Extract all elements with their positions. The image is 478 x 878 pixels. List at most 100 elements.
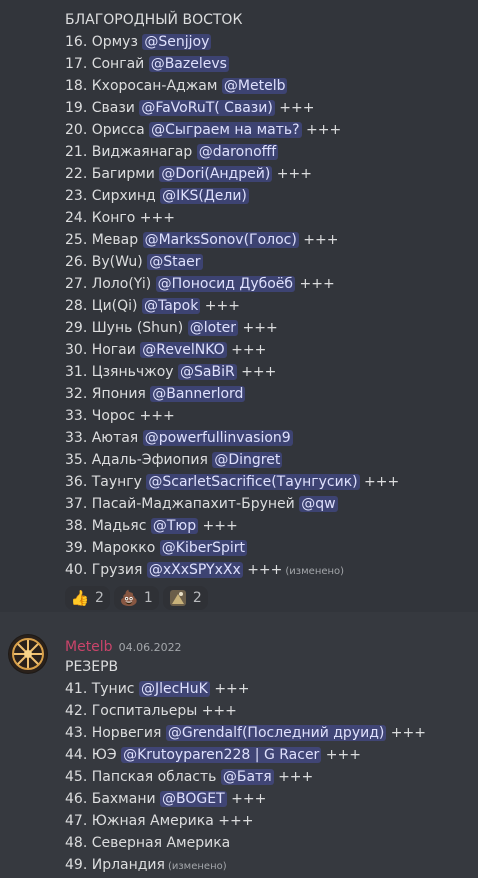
list-item: 21. Виджаянагар @daronofff [65,141,399,163]
list-item-text: 44. ЮЭ [65,747,122,763]
user-mention[interactable]: @daronofff [196,144,279,160]
user-mention[interactable]: @Grendalf(Последний друид) [165,725,387,741]
user-mention[interactable]: @ScarletSacrifice(Таунгусик) [146,474,360,490]
list-item: 28. Ци(Qi) @Tapok +++ [65,295,399,317]
user-mention[interactable]: @KiberSpirt [159,540,247,556]
list-item: 18. Кхоросан-Аджам @Metelb [65,75,399,97]
reaction-button[interactable]: 👍 2 [65,586,110,610]
user-mention[interactable]: @loter [187,320,239,336]
list-item-suffix: +++ [242,562,283,578]
user-mention[interactable]: @qw [299,496,338,512]
user-mention[interactable]: @Dori(Андрей) [159,166,273,182]
reaction-button[interactable]: 2 [162,586,208,610]
list-item-text: 36. Таунгу [65,474,147,490]
list-item: 26. Ву(Wu) @Staer [65,251,399,273]
list-item: 30. Ногаи @RevelNKO +++ [65,339,399,361]
list-item: 38. Мадьяс @Тюр +++ [65,515,399,537]
list-item: 29. Шунь (Shun) @loter +++ [65,317,399,339]
list-item-text: 32. Япония [65,386,151,402]
list-item: 39. Марокко @KiberSpirt [65,537,399,559]
list-item-text: 29. Шунь (Shun) [65,320,188,336]
list-item: 45. Папская область @Батя +++ [65,766,426,788]
list-item-suffix: +++ [226,791,267,807]
list-item: 20. Орисса @Сыграем на мать? +++ [65,119,399,141]
custom-emoji-icon [169,589,187,607]
list-item: 33. Чорос +++ [65,405,399,427]
list-item: 32. Япония @Bannerlord [65,383,399,405]
list-item-text: 33. Аютая [65,430,143,446]
list-item-text: 39. Марокко [65,540,160,556]
user-mention[interactable]: @Dingret [212,452,283,468]
list-item-suffix: +++ [274,100,315,116]
user-mention[interactable]: @xXxSPYxXx [146,562,243,578]
list-item-text: 38. Мадьяс [65,518,151,534]
user-mention[interactable]: @SaBiR [178,364,237,380]
list-item-text: 41. Тунис [65,681,139,697]
list-item-suffix: +++ [272,166,312,182]
list-item: 42. Госпитальеры +++ [65,700,426,722]
user-mention[interactable]: @IKS(Дели) [160,188,249,204]
list-item-text: 43. Норвегия [65,725,166,741]
list-item-text: 17. Сонгай [65,56,149,72]
list-item: 22. Багирми @Dori(Андрей) +++ [65,163,399,185]
avatar-emblem-icon [9,635,47,673]
user-mention[interactable]: @BOGET [160,791,227,807]
user-mention[interactable]: @MarksSonov(Голос) [142,232,299,248]
user-mention[interactable]: @Bazelevs [148,56,229,72]
list-item: 33. Аютая @powerfullinvasion9 [65,427,399,449]
user-mention[interactable]: @Bannerlord [150,386,246,402]
user-mention[interactable]: @FaVoRuT( Свази) [139,100,275,116]
list-item-suffix: +++ [386,725,426,741]
list-item: 19. Свази @FaVoRuT( Свази) +++ [65,97,399,119]
list-item-suffix: +++ [209,681,250,697]
scrollbar[interactable] [472,0,476,877]
list-item-text: 21. Виджаянагар [65,144,197,160]
avatar[interactable] [8,634,48,674]
edited-label: (изменено) [167,861,227,872]
list-item-suffix: +++ [321,747,361,763]
user-mention[interactable]: @Батя [220,769,274,785]
list-item: 17. Сонгай @Bazelevs [65,53,399,75]
user-mention[interactable]: @Senjjoy [142,34,212,50]
user-mention[interactable]: @RevelNKO [140,342,227,358]
list-item: 36. Таунгу @ScarletSacrifice(Таунгусик) … [65,471,399,493]
list-item-suffix: +++ [236,364,277,380]
thumbs-up-icon: 👍 [70,589,90,607]
list-item-text: 23. Сирхинд [65,188,161,204]
list-item-text: 20. Орисса [65,122,150,138]
user-mention[interactable]: @Staer [147,254,203,270]
reaction-count: 2 [95,590,104,606]
message-1-content: БЛАГОРОДНЫЙ ВОСТОК 16. Ормуз @Senjjoy 17.… [65,9,399,581]
list-item-suffix: +++ [298,232,339,248]
list-item: 41. Тунис @JlecHuK +++ [65,678,426,700]
list-item: 40. Грузия @xXxSPYxXx +++ (изменено) [65,559,399,581]
list-item: 37. Пасай-Маджапахит-Бруней @qw [65,493,399,515]
list-item-text: 46. Бахмани [65,791,161,807]
list-item-text: 47. Южная Америка +++ [65,813,254,829]
list-item: 43. Норвегия @Grendalf(Последний друид) … [65,722,426,744]
list-item: 23. Сирхинд @IKS(Дели) [65,185,399,207]
list-item-text: 16. Ормуз [65,34,143,50]
list-item-suffix: +++ [359,474,400,490]
list-item-suffix: +++ [295,276,335,292]
list-item: 24. Конго +++ [65,207,399,229]
list-item-suffix: +++ [226,342,267,358]
user-mention[interactable]: @Krutoyparen228 | G Racer [121,747,322,763]
reaction-count: 1 [143,590,153,606]
list-item-suffix: +++ [198,518,238,534]
list-item: 49. Ирландия (изменено) [65,854,426,876]
username[interactable]: Metelb [65,639,113,655]
user-mention[interactable]: @powerfullinvasion9 [142,430,293,446]
user-mention[interactable]: @Tapok [141,298,201,314]
list-item-text: 27. Лоло(Yi) [65,276,156,292]
user-mention[interactable]: @Поносид Дубоёб [155,276,296,292]
reaction-count: 2 [192,590,202,606]
list-item: 35. Адаль-Эфиопия @Dingret [65,449,399,471]
reaction-button[interactable]: 💩 1 [113,586,159,610]
user-mention[interactable]: @Сыграем на мать? [149,122,302,138]
user-mention[interactable]: @Metelb [221,78,288,94]
user-mention[interactable]: @Тюр [150,518,199,534]
user-mention[interactable]: @JlecHuK [138,681,210,697]
list-item-text: 45. Папская область [65,769,221,785]
list-item-text: 19. Свази [65,100,140,116]
